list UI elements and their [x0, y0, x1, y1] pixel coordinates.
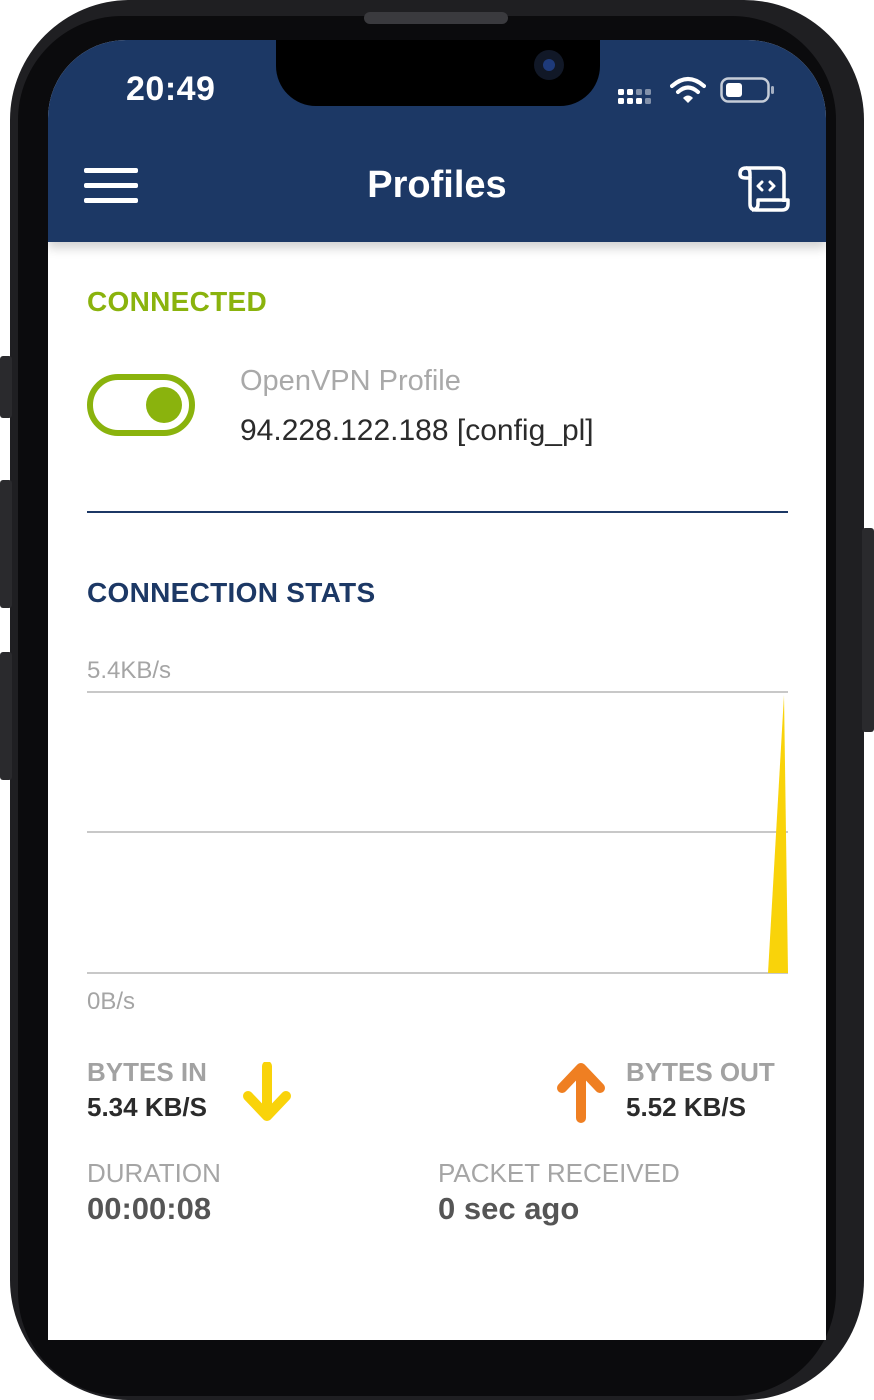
app-header: 20:49 Profiles [48, 40, 826, 242]
download-arrow-icon [243, 1062, 291, 1121]
section-divider [87, 511, 788, 513]
earpiece-speaker [364, 12, 508, 24]
app-screen: 20:49 Profiles CONNECTED OpenVPN Profile… [48, 40, 826, 1340]
page-title: Profiles [367, 164, 507, 206]
packet-received-value: 0 sec ago [438, 1191, 580, 1226]
cellular-signal-icon [618, 89, 651, 104]
battery-icon [720, 77, 774, 103]
duration-value: 00:00:08 [87, 1191, 212, 1226]
bytes-in-value: 5.34 KB/S [87, 1092, 207, 1122]
side-button-left-1 [0, 356, 12, 418]
profile-address[interactable]: 94.228.122.188 [config_pl] [240, 414, 594, 448]
connection-toggle[interactable] [87, 374, 195, 436]
chart-ymin-label: 0B/s [87, 988, 136, 1015]
side-button-left-2 [0, 480, 12, 608]
phone-frame: 20:49 Profiles CONNECTED OpenVPN Profile… [0, 0, 874, 1400]
wifi-icon [670, 77, 706, 103]
front-camera [534, 50, 564, 80]
bytes-in-label: BYTES IN [87, 1057, 207, 1087]
status-time: 20:49 [126, 70, 216, 108]
bytes-out-label: BYTES OUT [626, 1057, 775, 1087]
chart-series-area-0 [768, 695, 788, 973]
bytes-out-value: 5.52 KB/S [626, 1092, 746, 1122]
log-file-icon[interactable] [738, 164, 790, 212]
traffic-chart [87, 691, 788, 974]
profile-type: OpenVPN Profile [240, 365, 461, 397]
duration-label: DURATION [87, 1158, 221, 1188]
connection-status: CONNECTED [87, 286, 268, 317]
chart-ymax-label: 5.4KB/s [87, 657, 172, 684]
upload-arrow-icon [557, 1063, 605, 1123]
stats-heading: CONNECTION STATS [87, 577, 376, 608]
toggle-knob [146, 387, 182, 423]
side-button-left-3 [0, 652, 12, 780]
device-notch [276, 40, 600, 106]
side-button-right [862, 528, 874, 732]
packet-received-label: PACKET RECEIVED [438, 1158, 680, 1188]
